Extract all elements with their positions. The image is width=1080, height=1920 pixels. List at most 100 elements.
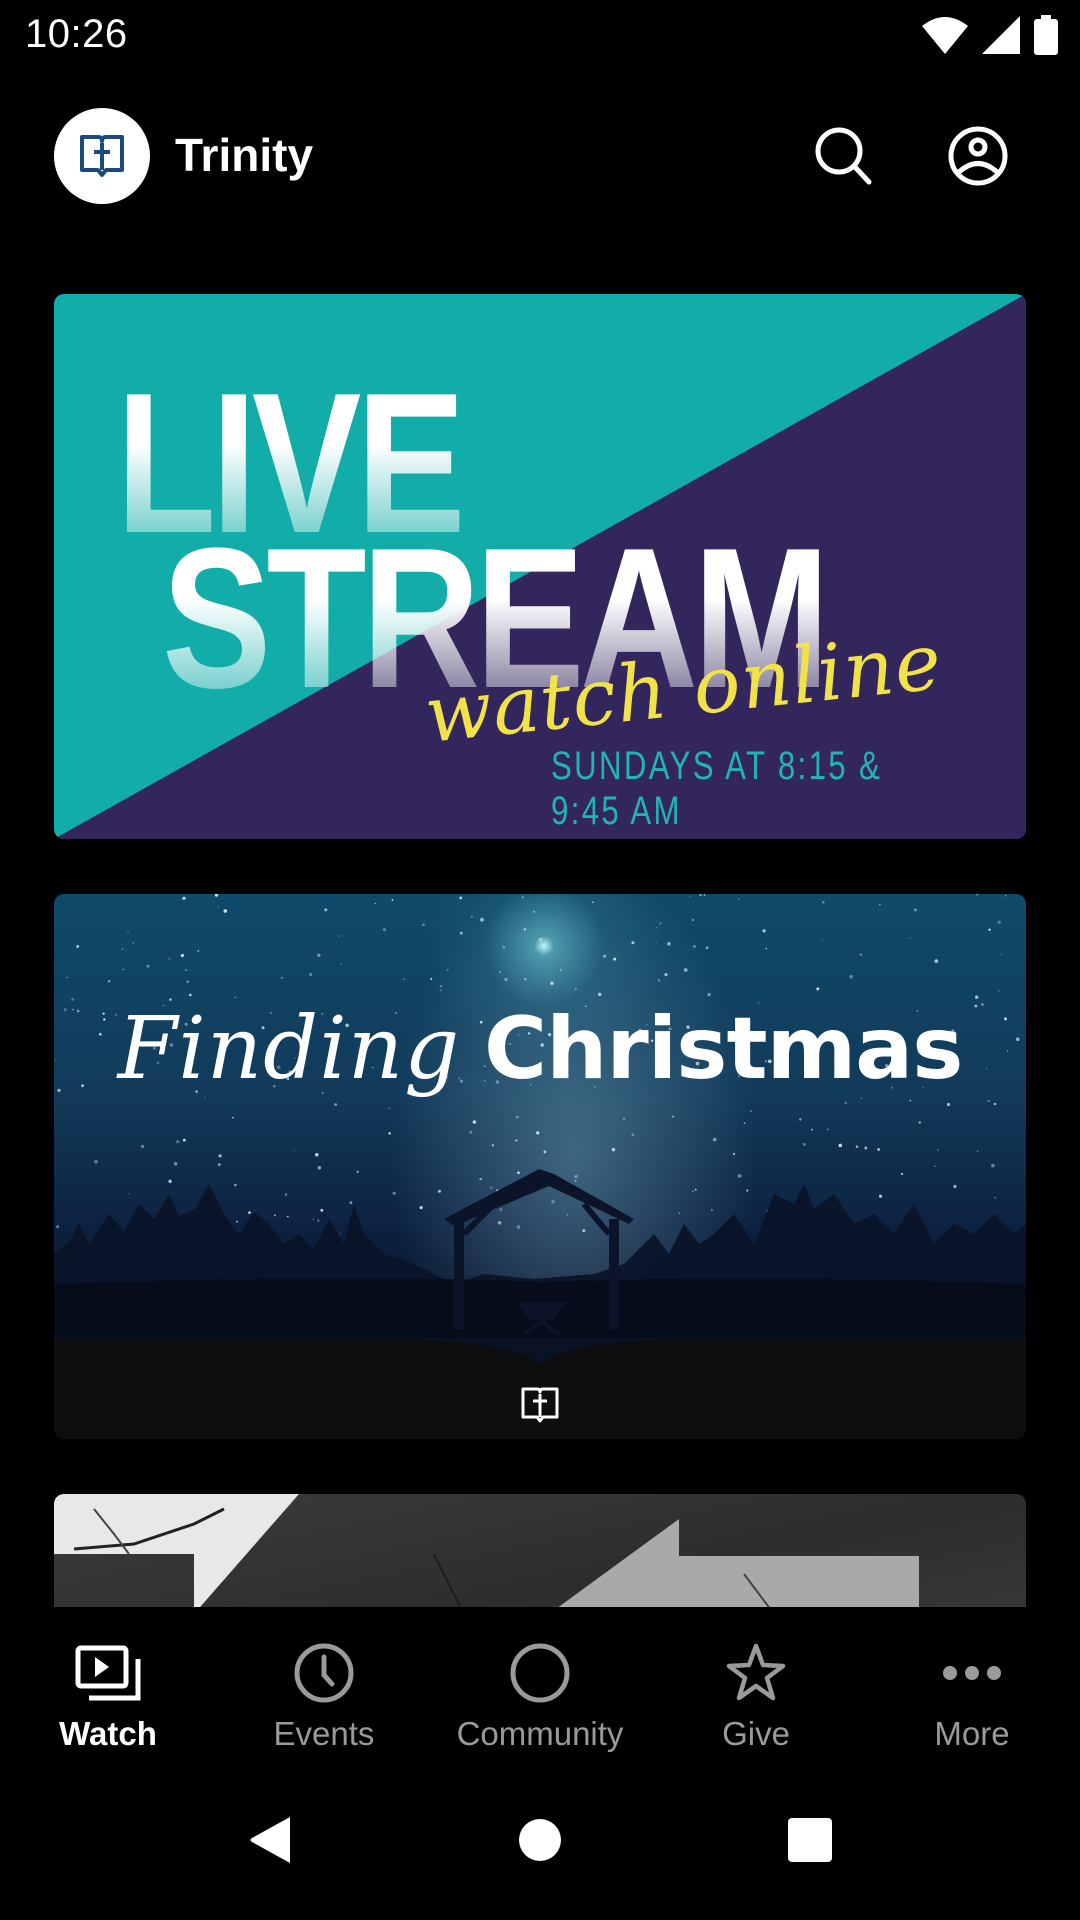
star (471, 916, 473, 918)
star (76, 945, 80, 948)
star (403, 978, 406, 981)
star (182, 896, 186, 900)
star (340, 963, 342, 965)
star (997, 920, 1001, 924)
bottom-navigation: Watch Events Community Give More (0, 1607, 1080, 1760)
star (186, 980, 190, 984)
star (422, 923, 425, 927)
star (234, 996, 236, 998)
star (374, 902, 376, 905)
star (168, 957, 171, 960)
star (844, 1101, 847, 1105)
star (816, 987, 820, 991)
manger-silhouette (54, 1169, 1026, 1339)
star (446, 968, 449, 971)
star (664, 973, 668, 977)
star (121, 948, 124, 950)
star (108, 980, 111, 983)
nav-label: More (934, 1715, 1010, 1752)
series-card-partial[interactable] (54, 1494, 1026, 1607)
star (523, 928, 526, 931)
nav-label: Give (722, 1715, 790, 1752)
star (705, 946, 709, 949)
nav-tab-give[interactable]: Give (648, 1607, 864, 1760)
star (127, 930, 129, 932)
star (334, 1103, 338, 1106)
star (524, 978, 527, 981)
search-button[interactable] (808, 120, 880, 192)
star (672, 1115, 674, 1118)
star (214, 894, 219, 897)
star (502, 946, 505, 949)
star (822, 901, 825, 904)
star (707, 993, 711, 997)
star (324, 908, 328, 912)
star (480, 917, 484, 922)
system-home-button[interactable] (505, 1805, 575, 1875)
nav-label: Community (456, 1715, 624, 1752)
app-header: Trinity (0, 100, 1080, 212)
profile-button[interactable] (942, 120, 1014, 192)
star (574, 987, 577, 990)
status-bar: 10:26 (0, 0, 1080, 72)
star (197, 949, 200, 952)
star (1004, 895, 1007, 897)
star (909, 1099, 912, 1102)
cracked-concrete-artwork (54, 1494, 1026, 1607)
account-circle-icon (948, 126, 1008, 186)
star (659, 922, 662, 925)
system-recents-button[interactable] (775, 1805, 845, 1875)
more-horizontal-icon (943, 1666, 1001, 1680)
star (439, 984, 443, 988)
star (516, 1115, 519, 1119)
star (909, 937, 911, 939)
star (631, 941, 635, 945)
star (667, 942, 671, 946)
star (657, 979, 661, 982)
nav-tab-community[interactable]: Community (432, 1607, 648, 1760)
star (849, 975, 853, 979)
star (391, 899, 394, 902)
church-logo[interactable] (54, 108, 150, 204)
system-navigation-bar (0, 1760, 1080, 1920)
app-title: Trinity (175, 129, 314, 181)
star (946, 1102, 951, 1107)
star (180, 953, 184, 958)
star (860, 953, 862, 956)
series-title-italic: Finding (117, 999, 461, 1099)
system-back-button[interactable] (235, 1805, 305, 1875)
star (750, 1110, 752, 1113)
status-icons (922, 14, 1058, 56)
star (146, 964, 150, 968)
star (533, 910, 536, 913)
star (699, 894, 702, 897)
star (538, 937, 543, 942)
star (993, 1102, 997, 1106)
home-circle-icon (519, 1819, 561, 1861)
star (598, 992, 602, 997)
star (459, 896, 463, 900)
livestream-card[interactable]: LIVE STREAM watch online SUNDAYS AT 8:15… (54, 294, 1026, 839)
star (132, 942, 135, 944)
star (504, 977, 508, 982)
star (217, 906, 219, 908)
nav-label: Watch (59, 1715, 157, 1752)
nav-tab-events[interactable]: Events (216, 1607, 432, 1760)
livestream-schedule: SUNDAYS AT 8:15 & 9:45 AM (551, 744, 883, 833)
star (223, 909, 228, 913)
star (692, 944, 696, 948)
content-feed[interactable]: LIVE STREAM watch online SUNDAYS AT 8:15… (54, 294, 1026, 1607)
star (592, 901, 594, 904)
star (388, 1107, 391, 1110)
watch-video-icon (75, 1645, 141, 1701)
star (762, 929, 766, 933)
star (382, 928, 386, 932)
nav-tab-more[interactable]: More (864, 1607, 1080, 1760)
star (738, 898, 740, 900)
star (913, 908, 917, 912)
recents-square-icon (788, 1818, 832, 1862)
nav-tab-watch[interactable]: Watch (0, 1607, 216, 1760)
wifi-icon (922, 17, 968, 54)
nav-label: Events (273, 1715, 375, 1752)
series-card-finding-christmas[interactable]: Finding Christmas (54, 894, 1026, 1439)
